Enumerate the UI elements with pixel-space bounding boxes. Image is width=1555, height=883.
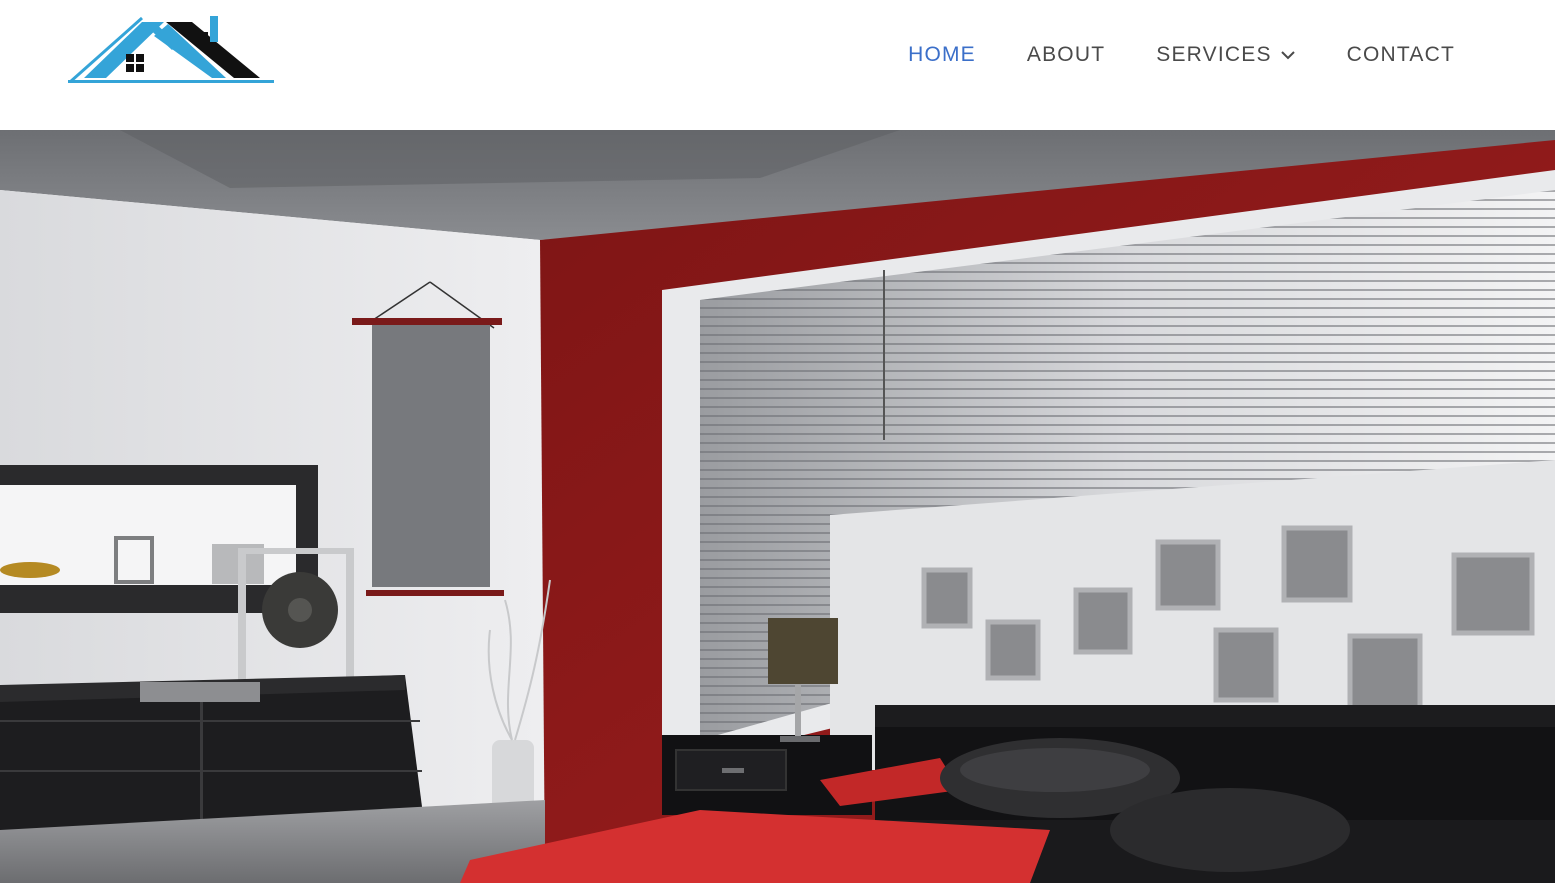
nav-services-label: SERVICES <box>1156 43 1272 66</box>
nav-services[interactable]: SERVICES <box>1156 43 1295 67</box>
site-logo[interactable] <box>68 14 276 86</box>
hero-banner <box>0 130 1555 883</box>
main-navigation: HOME ABOUT SERVICES CONTACT <box>908 40 1455 70</box>
bedroom-interior-illustration <box>0 130 1555 883</box>
nav-home[interactable]: HOME <box>908 43 976 67</box>
nav-about-label: ABOUT <box>1026 43 1106 66</box>
chevron-down-icon <box>1280 51 1295 60</box>
nav-about[interactable]: ABOUT <box>1027 43 1105 67</box>
site-header: HOME ABOUT SERVICES CONTACT <box>0 0 1555 130</box>
nav-contact[interactable]: CONTACT <box>1347 43 1455 67</box>
nav-home-label: HOME <box>908 43 976 66</box>
nav-contact-label: CONTACT <box>1346 43 1455 66</box>
house-roof-logo-icon <box>68 16 274 84</box>
